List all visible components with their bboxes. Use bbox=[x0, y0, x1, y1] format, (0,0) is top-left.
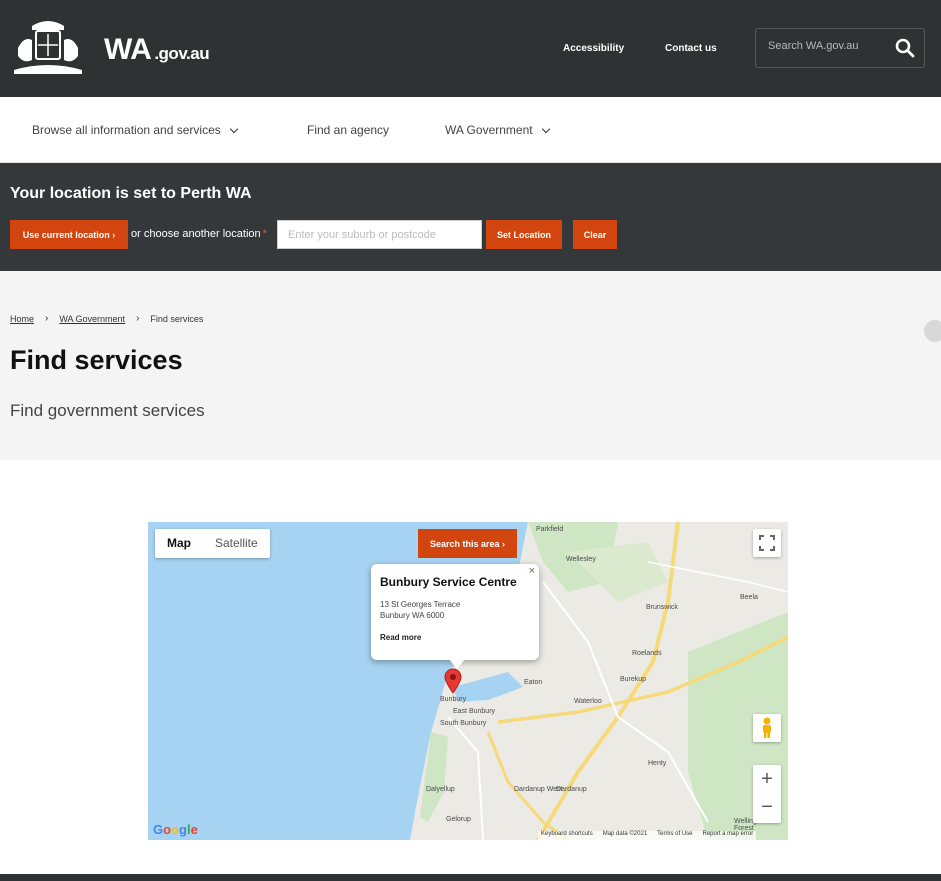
set-location-button[interactable]: Set Location bbox=[486, 220, 562, 249]
breadcrumb-home[interactable]: Home bbox=[10, 314, 34, 324]
accessibility-link[interactable]: Accessibility bbox=[563, 43, 624, 54]
use-current-location-button[interactable]: Use current location › bbox=[10, 220, 128, 249]
footer-edge bbox=[0, 874, 941, 881]
site-search bbox=[755, 28, 925, 68]
fullscreen-icon bbox=[759, 535, 775, 551]
scroll-edge-icon[interactable] bbox=[924, 320, 941, 342]
logo-main: WA bbox=[104, 33, 152, 66]
map-place-label: Dardanup bbox=[556, 786, 587, 793]
popup-read-more-link[interactable]: Read more bbox=[380, 633, 421, 642]
breadcrumb-wa-government[interactable]: WA Government bbox=[59, 314, 125, 324]
fullscreen-button[interactable] bbox=[753, 529, 781, 557]
nav-browse-services[interactable]: Browse all information and services bbox=[32, 123, 238, 137]
location-info-popup: Bunbury Service Centre 13 St Georges Ter… bbox=[371, 564, 539, 669]
wa-coat-of-arms-logo[interactable] bbox=[10, 18, 86, 78]
breadcrumb-separator-icon: › bbox=[45, 313, 49, 324]
map-place-label: Roelands bbox=[632, 650, 662, 657]
location-bar: Your location is set to Perth WA Use cur… bbox=[0, 163, 941, 271]
breadcrumb-separator-icon: › bbox=[136, 313, 140, 324]
map-place-label: Eaton bbox=[524, 679, 543, 686]
main-nav: Browse all information and services Find… bbox=[0, 97, 941, 163]
street-view-button[interactable] bbox=[753, 714, 781, 742]
map-pin-icon[interactable] bbox=[444, 668, 462, 694]
suburb-postcode-input[interactable] bbox=[277, 220, 482, 249]
map-type-control: Map Satellite bbox=[155, 529, 270, 558]
map-place-label: Waterloo bbox=[574, 698, 602, 705]
nav-wa-government[interactable]: WA Government bbox=[445, 123, 550, 137]
terms-of-use-link[interactable]: Terms of Use bbox=[657, 831, 692, 840]
contact-us-link[interactable]: Contact us bbox=[665, 43, 717, 54]
map-place-label: Gelorup bbox=[446, 816, 471, 823]
nav-agency-label: Find an agency bbox=[307, 123, 390, 137]
search-icon[interactable] bbox=[894, 37, 916, 59]
choose-location-text: or choose another location bbox=[131, 228, 261, 240]
nav-browse-label: Browse all information and services bbox=[32, 123, 221, 137]
nav-government-label: WA Government bbox=[445, 123, 533, 137]
nav-find-agency[interactable]: Find an agency bbox=[307, 123, 389, 137]
map-place-label: Bunbury bbox=[440, 696, 467, 703]
chevron-down-icon bbox=[541, 124, 550, 134]
popup-pointer bbox=[449, 659, 465, 669]
map-data-text: Map data ©2021 bbox=[602, 831, 648, 837]
map-place-label: Henty bbox=[648, 760, 667, 767]
site-header: WA .gov.au Accessibility Contact us bbox=[0, 0, 941, 97]
required-mark: * bbox=[262, 228, 267, 240]
map-tab-map[interactable]: Map bbox=[155, 529, 203, 558]
close-icon[interactable]: × bbox=[529, 565, 535, 577]
zoom-in-button[interactable]: + bbox=[753, 765, 781, 794]
location-title: Your location is set to Perth WA bbox=[10, 185, 252, 202]
map-attribution: Keyboard shortcuts Map data ©2021 Terms … bbox=[538, 831, 757, 840]
map-place-label: Brunswick bbox=[646, 604, 678, 611]
zoom-out-button[interactable]: − bbox=[753, 794, 781, 823]
breadcrumb: Home › WA Government › Find services bbox=[10, 313, 203, 324]
popup-address-line1: 13 St Georges Terrace bbox=[380, 600, 461, 609]
map-place-label: East Bunbury bbox=[453, 708, 496, 715]
map-place-label: Burekup bbox=[620, 676, 647, 683]
site-search-input[interactable] bbox=[768, 40, 888, 52]
zoom-control: + − bbox=[753, 765, 781, 823]
choose-location-label: or choose another location * bbox=[131, 228, 267, 240]
breadcrumb-current: Find services bbox=[150, 313, 204, 324]
keyboard-shortcuts-link[interactable]: Keyboard shortcuts bbox=[541, 831, 593, 840]
services-map[interactable]: Parkfield Wellesley Beela Brunswick Roel… bbox=[148, 522, 788, 840]
pegman-icon bbox=[763, 717, 771, 738]
map-place-label: Dalyellup bbox=[426, 786, 455, 793]
map-place-label: Wellesley bbox=[566, 556, 596, 563]
clear-location-button[interactable]: Clear bbox=[573, 220, 617, 249]
page-subtitle: Find government services bbox=[10, 401, 205, 420]
page-title: Find services bbox=[10, 345, 183, 375]
map-place-label: Beela bbox=[740, 594, 758, 601]
search-this-area-button[interactable]: Search this area › bbox=[418, 529, 517, 558]
map-place-label: Parkfield bbox=[536, 526, 564, 533]
report-map-error-link[interactable]: Report a map error bbox=[703, 831, 754, 840]
page-header-section: Home › WA Government › Find services Fin… bbox=[0, 271, 941, 460]
google-logo[interactable]: Google bbox=[153, 822, 198, 837]
map-place-label: South Bunbury bbox=[440, 720, 487, 727]
logo-suffix: .gov.au bbox=[154, 44, 210, 63]
popup-title: Bunbury Service Centre bbox=[380, 575, 517, 589]
map-tab-satellite[interactable]: Satellite bbox=[203, 529, 270, 558]
chevron-down-icon bbox=[229, 124, 238, 134]
site-logo-text[interactable]: WA .gov.au bbox=[104, 33, 210, 67]
popup-address-line2: Bunbury WA 6000 bbox=[380, 611, 445, 620]
